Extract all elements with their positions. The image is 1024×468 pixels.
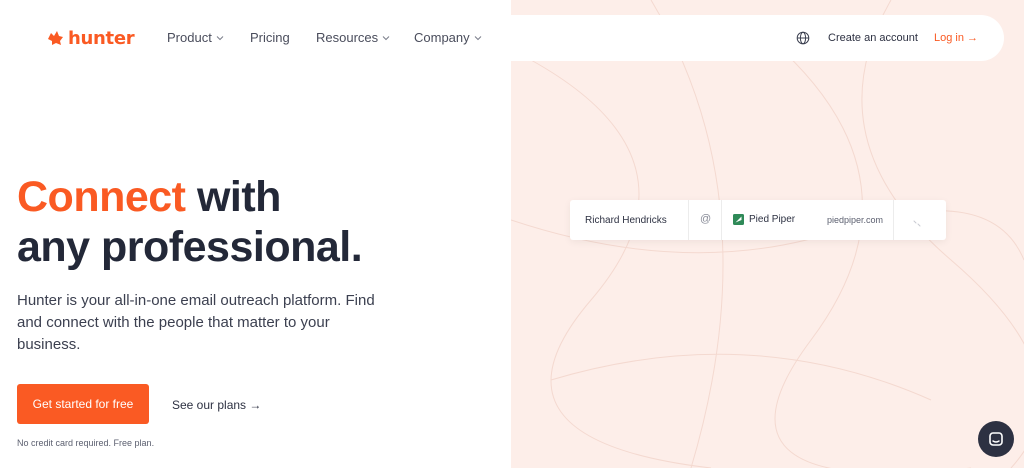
company: Pied Piper: [733, 214, 795, 225]
brand-name: hunter: [68, 27, 135, 49]
create-account-link[interactable]: Create an account: [828, 32, 918, 44]
company-name: Pied Piper: [749, 214, 796, 225]
hero-title-line2: any professional.: [17, 223, 363, 271]
hunter-logo[interactable]: hunter: [46, 27, 135, 49]
loading-icon: [913, 220, 921, 227]
nav-label: Pricing: [250, 30, 290, 45]
company-domain: piedpiper.com: [827, 215, 884, 225]
see-plans-link[interactable]: See our plans →: [172, 398, 261, 412]
get-started-button[interactable]: Get started for free: [17, 384, 149, 424]
chevron-down-icon: [382, 35, 390, 40]
person-name: Richard Hendricks: [585, 214, 667, 226]
hero-subtitle: Hunter is your all-in-one email outreach…: [17, 292, 375, 353]
divider: [721, 200, 722, 240]
chevron-down-icon: [216, 35, 224, 40]
divider: [893, 200, 894, 240]
nav-label: Resources: [316, 30, 379, 45]
login-link[interactable]: Log in →: [934, 32, 978, 44]
nav-item-company[interactable]: Company: [414, 30, 482, 45]
chat-icon: [989, 432, 1003, 446]
no-credit-card-note: No credit card required. Free plan.: [17, 438, 155, 448]
nav-label: Product: [167, 30, 212, 45]
nav-item-resources[interactable]: Resources: [316, 30, 390, 45]
hero-title-line1-rest: with: [185, 173, 282, 221]
chat-launcher-button[interactable]: [978, 421, 1014, 457]
nav-label: Company: [414, 30, 470, 45]
hero-title: Connect with any professional.: [17, 172, 497, 272]
chevron-down-icon: [474, 35, 481, 40]
hunter-logo-icon: [48, 31, 63, 45]
at-symbol: @: [700, 213, 712, 225]
hero-title-accent: Connect: [17, 173, 186, 221]
nav-item-pricing[interactable]: Pricing: [250, 30, 290, 45]
divider: [688, 200, 689, 240]
globe-icon[interactable]: [796, 31, 810, 45]
pied-piper-logo-icon: [733, 214, 744, 225]
nav-item-product[interactable]: Product: [167, 30, 224, 45]
email-finder-demo-card: Richard Hendricks @ Pied Piper piedpiper…: [570, 200, 946, 240]
